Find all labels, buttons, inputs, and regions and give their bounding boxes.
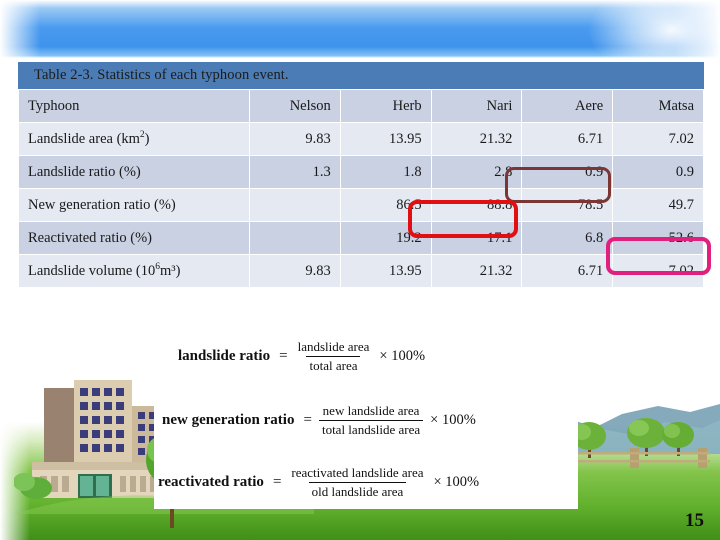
cell-value: 6.8 [521, 221, 614, 255]
header-cell-matsa: Matsa [612, 89, 704, 123]
cell-value: 0.9 [612, 155, 704, 189]
cell-value: 9.83 [249, 122, 341, 156]
equals-sign: = [279, 348, 288, 364]
formula-name: new generation ratio [162, 412, 295, 428]
cell-value: 1.8 [339, 155, 432, 189]
cell-value: 78.5 [521, 188, 614, 222]
cell-value: 7.02 [612, 122, 704, 156]
header-cell-nelson: Nelson [249, 89, 341, 123]
row-label-landslide-volume: Landslide volume (106m³) [18, 254, 250, 288]
cell-value-highlighted: 88.8 [430, 188, 523, 222]
header-cell-aere: Aere [521, 89, 614, 123]
formula-tail: × 100% [430, 412, 476, 428]
equals-sign: = [303, 412, 312, 428]
equals-sign: = [272, 474, 282, 490]
cell-value: 1.3 [249, 155, 341, 189]
cell-value: 13.95 [339, 122, 432, 156]
row-label-reactivated-ratio: Reactivated ratio (%) [18, 221, 250, 255]
header-cell-herb: Herb [339, 89, 432, 123]
cell-value: 49.7 [612, 188, 704, 222]
cell-value: 9.83 [249, 254, 341, 288]
fraction-numerator: reactivated landslide area [291, 465, 424, 480]
table-header-row: Typhoon Nelson Herb Nari Aere Matsa [18, 89, 704, 123]
row-label-landslide-ratio: Landslide ratio (%) [18, 155, 250, 189]
formula-name: reactivated ratio [158, 474, 264, 490]
sky-banner-image [0, 0, 720, 58]
row-label-new-generation-ratio: New generation ratio (%) [18, 188, 250, 222]
cell-value-highlighted: 0.9 [521, 155, 614, 189]
table-caption: Table 2-3. Statistics of each typhoon ev… [18, 62, 704, 89]
formula-panel: landslide ratio = landslide area total a… [154, 327, 578, 509]
formula-reactivated-ratio: reactivated ratio = reactivated landslid… [158, 465, 479, 500]
fraction-numerator: landslide area [297, 339, 370, 354]
cell-value: 7.02 [612, 254, 704, 288]
table-row: New generation ratio (%) 86.5 88.8 78.5 … [18, 188, 704, 222]
statistics-table: Table 2-3. Statistics of each typhoon ev… [18, 62, 704, 288]
slide-canvas: Table 2-3. Statistics of each typhoon ev… [0, 0, 720, 540]
row-label-tail: m³) [160, 262, 181, 279]
cell-value: 6.71 [521, 254, 614, 288]
table-row: Landslide ratio (%) 1.3 1.8 2.8 0.9 0.9 [18, 155, 704, 189]
page-number: 15 [685, 510, 704, 531]
fraction: reactivated landslide area old landslide… [288, 465, 426, 500]
formula-landslide-ratio: landslide ratio = landslide area total a… [178, 339, 425, 374]
formula-new-generation-ratio: new generation ratio = new landslide are… [162, 403, 476, 438]
fraction: new landslide area total landslide area [318, 403, 424, 438]
row-label-landslide-area: Landslide area (km2) [18, 122, 250, 156]
row-label-text: Landslide volume (10 [28, 262, 156, 279]
fraction: landslide area total area [295, 339, 373, 374]
cell-value-empty [249, 188, 341, 222]
table-row: Landslide area (km2) 9.83 13.95 21.32 6.… [18, 122, 704, 156]
cell-value: 13.95 [339, 254, 432, 288]
row-label-tail: ) [144, 130, 150, 147]
header-cell-typhoon: Typhoon [18, 89, 250, 123]
table-row: Landslide volume (106m³) 9.83 13.95 21.3… [18, 254, 704, 288]
header-cell-nari: Nari [430, 89, 523, 123]
statistics-table-container: Table 2-3. Statistics of each typhoon ev… [18, 62, 704, 288]
row-label-text: Landslide area (km [28, 130, 140, 147]
cell-value: 2.8 [430, 155, 523, 189]
fraction-numerator: new landslide area [322, 403, 420, 418]
cell-value: 21.32 [430, 122, 523, 156]
formula-name: landslide ratio [178, 348, 271, 364]
cell-value-empty [249, 221, 341, 255]
fence-image [560, 448, 710, 468]
cell-value: 17.1 [430, 221, 523, 255]
fraction-denominator: total area [306, 356, 361, 374]
formula-tail: × 100% [379, 348, 426, 364]
formula-tail: × 100% [433, 474, 480, 490]
fraction-denominator: total landslide area [318, 420, 424, 438]
cell-value: 21.32 [430, 254, 523, 288]
fraction-denominator: old landslide area [308, 482, 407, 500]
table-row: Reactivated ratio (%) 19.2 17.1 6.8 52.6 [18, 221, 704, 255]
cell-value: 6.71 [521, 122, 614, 156]
cell-value-highlighted: 52.6 [612, 221, 704, 255]
cell-value: 86.5 [339, 188, 432, 222]
cell-value: 19.2 [339, 221, 432, 255]
